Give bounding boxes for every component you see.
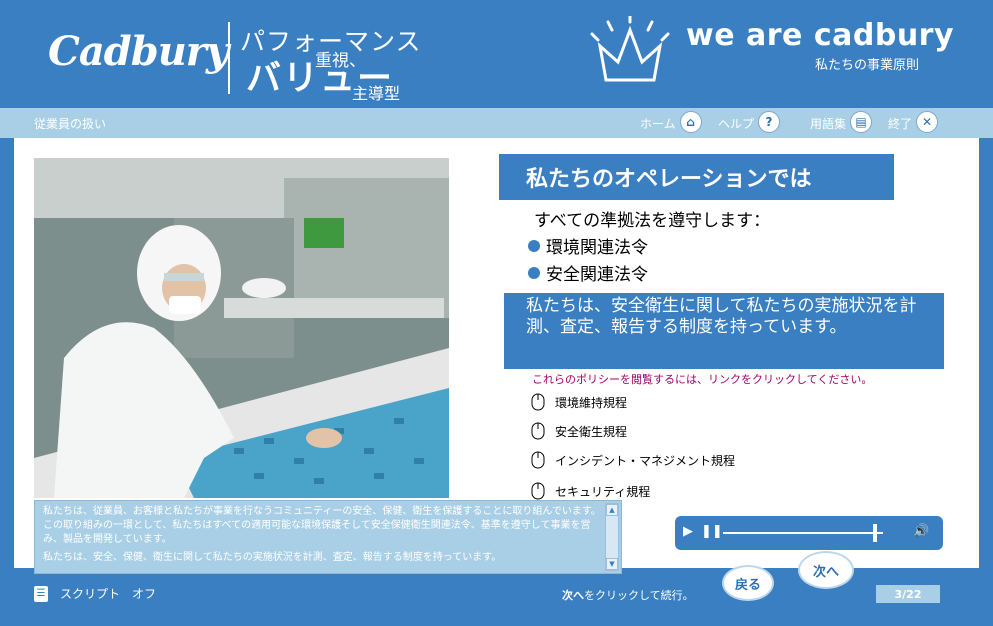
policy-prompt: これらのポリシーを閲覧するには、リンクをクリックしてください。 (532, 373, 873, 386)
policy-label[interactable]: 安全衛生規程 (555, 423, 627, 440)
media-player: ▶ ❚❚ 🔊 (675, 516, 943, 550)
script-text: 私たちは、従業員、お客様と私たちが事業を行なうコミュニティーの安全、保健、衛生を… (43, 505, 603, 571)
tagline-driven: 主導型 (352, 84, 401, 103)
script-panel: 私たちは、従業員、お客様と私たちが事業を行なうコミュニティーの安全、保健、衛生を… (34, 500, 622, 574)
policy-link-safety[interactable]: 安全衛生規程 (531, 422, 627, 440)
progress-thumb[interactable] (873, 524, 877, 542)
volume-icon[interactable]: 🔊 (913, 524, 929, 542)
back-label[interactable]: 戻る (735, 574, 761, 593)
close-icon[interactable]: ✕ (916, 111, 939, 133)
exit-link[interactable]: 終了 ✕ (888, 111, 939, 133)
scroll-up-icon[interactable]: ▲ (606, 504, 618, 516)
progress-track[interactable] (723, 532, 883, 534)
course-window: Cadbury パフォーマンス 重視、 バリュー 主導型 we are cadb… (0, 0, 993, 626)
cadbury-logo: Cadbury (48, 28, 229, 75)
exit-label: 終了 (888, 117, 913, 131)
nav-bar: 従業員の扱い ホーム ⌂ ヘルプ ? 用語集 ▤ 終了 ✕ (0, 108, 993, 138)
header-divider (228, 22, 230, 94)
list-item: 環境関連法令 (528, 233, 648, 258)
script-toggle[interactable]: ☰ スクリプト オフ (34, 585, 156, 602)
script-paragraph: 私たちは、安全、保健、衛生に関して私たちの実施状況を計測、査定、報告する制度を持… (43, 552, 502, 563)
home-label: ホーム (640, 117, 676, 131)
continue-hint: 次へをクリックして続行。 (562, 587, 694, 603)
operations-title: 私たちのオペレーションでは (526, 167, 812, 192)
compliance-lead: すべての準拠法を遵守します： (534, 211, 771, 231)
script-icon[interactable]: ☰ (34, 585, 48, 602)
help-label: ヘルプ (718, 117, 755, 131)
glossary-label: 用語集 (810, 117, 847, 131)
script-paragraph: 私たちは、従業員、お客様と私たちが事業を行なうコミュニティーの安全、保健、衛生を… (43, 506, 601, 545)
bullet-label: 安全関連法令 (546, 265, 648, 285)
crown-icon (590, 16, 670, 82)
hint-text: をクリックして続行。 (584, 589, 694, 602)
help-icon[interactable]: ? (758, 111, 781, 133)
header: Cadbury パフォーマンス 重視、 バリュー 主導型 we are cadb… (0, 0, 993, 108)
scroll-down-icon[interactable]: ▼ (606, 558, 618, 570)
script-scrollbar[interactable]: ▲ ▼ (605, 503, 619, 571)
list-item: 安全関連法令 (528, 260, 648, 285)
next-button[interactable]: 次へ (798, 551, 854, 589)
policy-link-environment[interactable]: 環境維持規程 (531, 393, 627, 411)
policy-link-security[interactable]: セキュリティ規程 (531, 482, 650, 500)
brand-subtitle: 私たちの事業原則 (815, 58, 920, 73)
policy-label[interactable]: インシデント・マネジメント規程 (555, 452, 735, 469)
glossary-link[interactable]: 用語集 ▤ (810, 111, 873, 133)
footer-bar: ☰ スクリプト オフ 次へをクリックして続行。 戻る 次へ 3/22 (0, 551, 993, 626)
brand-title: we are cadbury (686, 18, 955, 53)
play-icon[interactable]: ▶ (683, 524, 699, 542)
highlight-text: 私たちは、安全衛生に関して私たちの実施状況を計測、査定、報告する制度を持っていま… (526, 296, 917, 337)
mouse-icon (531, 393, 545, 411)
policy-label[interactable]: 環境維持規程 (555, 394, 627, 411)
mouse-icon (531, 482, 545, 500)
book-icon[interactable]: ▤ (850, 111, 873, 133)
home-link[interactable]: ホーム ⌂ (640, 111, 702, 133)
help-link[interactable]: ヘルプ ? (718, 111, 781, 133)
section-title: 従業員の扱い (34, 117, 107, 131)
factory-worker-photo (34, 158, 449, 498)
next-label[interactable]: 次へ (813, 561, 839, 580)
swirl-bullet-icon (528, 239, 540, 252)
bullet-label: 環境関連法令 (546, 238, 648, 258)
swirl-bullet-icon (528, 266, 540, 279)
hint-next-word: 次へ (562, 589, 584, 602)
page-counter: 3/22 (876, 585, 940, 603)
mouse-icon (531, 422, 545, 440)
script-toggle-label[interactable]: スクリプト オフ (60, 585, 156, 602)
mouse-icon (531, 451, 545, 469)
policy-label[interactable]: セキュリティ規程 (555, 483, 650, 500)
home-icon[interactable]: ⌂ (679, 111, 702, 133)
policy-link-incident[interactable]: インシデント・マネジメント規程 (531, 451, 735, 469)
back-button[interactable]: 戻る (722, 565, 774, 601)
pause-icon[interactable]: ❚❚ (701, 524, 723, 542)
